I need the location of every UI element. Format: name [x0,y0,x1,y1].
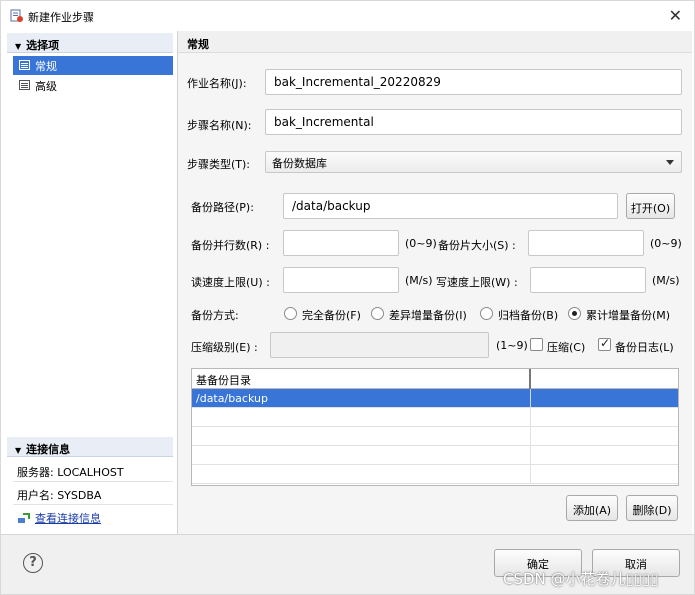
add-button[interactable]: 添加(A) [566,495,618,521]
table-row[interactable] [192,446,678,465]
nav-item-general[interactable]: 常规 [13,56,173,75]
compress-checkbox[interactable] [530,338,543,351]
connection-icon [18,513,30,523]
divider [13,481,173,482]
user-info: 用户名: SYSDBA [17,489,102,502]
dialog-window: 新建作业步骤 ✕ ▼ 选择项 常规 高级 ▼ 连接信息 服务器: LOCALHOST… [0,0,695,595]
step-name-label: 步骤名称(N): [187,119,252,132]
parallel-label: 备份并行数(R) : [191,239,270,252]
base-backup-dir-table: 基备份目录 /data/backup [191,368,679,486]
collapse-triangle-icon: ▼ [15,42,22,51]
write-limit-label: 写速度上限(W) : [436,276,518,289]
close-icon[interactable]: ✕ [669,6,682,25]
step-type-value: 备份数据库 [272,157,327,170]
mode-full-label[interactable]: 完全备份(F) [302,307,361,323]
step-type-select[interactable]: 备份数据库 [265,151,682,173]
piece-size-range: (0~9) [650,237,682,250]
mode-diff-label[interactable]: 差异增量备份(I) [389,307,467,323]
compress-checkbox-label[interactable]: 压缩(C) [547,339,585,355]
connection-section-header[interactable]: ▼ 连接信息 [7,437,173,457]
read-unit: (M/s) [405,274,433,287]
page-title: 常规 [178,31,692,53]
button-bar: ? 确定 取消 CSDN @小花卷儿▯▯▯▯ [1,534,694,594]
mode-full-radio[interactable] [284,307,297,320]
read-limit-field[interactable] [283,267,399,293]
write-unit: (M/s) [652,274,680,287]
view-connection-link[interactable]: 查看连接信息 [35,512,101,525]
nav-item-label: 常规 [35,60,57,73]
nav-section-header[interactable]: ▼ 选择项 [7,33,173,53]
compress-level-field[interactable] [270,332,489,358]
table-header: 基备份目录 [192,369,678,389]
step-type-label: 步骤类型(T): [187,158,251,171]
nav-item-label: 高级 [35,80,57,93]
step-name-field[interactable]: bak_Incremental [265,109,682,135]
backup-path-field[interactable]: /data/backup [283,193,618,219]
table-row[interactable]: /data/backup [192,389,678,408]
divider [13,504,173,505]
title-bar: 新建作业步骤 ✕ [1,1,694,31]
backup-mode-label: 备份方式: [191,309,239,322]
piece-size-label: 备份片大小(S) : [438,239,516,252]
backup-log-checkbox[interactable] [598,336,611,351]
column-divider[interactable] [529,369,531,389]
backup-log-checkbox-label[interactable]: 备份日志(L) [615,339,674,355]
mode-diff-radio[interactable] [371,307,384,320]
left-panel: ▼ 选择项 常规 高级 ▼ 连接信息 服务器: LOCALHOST 用户名: SYS… [5,31,177,534]
page-icon [19,80,30,90]
connection-section-title: 连接信息 [26,443,71,456]
table-row[interactable] [192,465,678,484]
job-step-icon [10,9,23,22]
mode-archive-label[interactable]: 归档备份(B) [498,307,558,323]
column-header[interactable]: 基备份目录 [196,372,251,388]
read-limit-label: 读速度上限(U) : [191,276,270,289]
compress-level-label: 压缩级别(E) : [191,341,258,354]
open-button[interactable]: 打开(O) [626,193,675,219]
server-info: 服务器: LOCALHOST [17,466,124,479]
piece-size-field[interactable] [528,230,644,256]
delete-button[interactable]: 删除(D) [626,495,678,521]
collapse-triangle-icon: ▼ [15,446,22,455]
job-name-label: 作业名称(J): [187,77,247,90]
job-name-field[interactable]: bak_Incremental_20220829 [265,69,682,95]
mode-cumulative-label[interactable]: 累计增量备份(M) [586,307,670,323]
help-icon[interactable]: ? [23,553,43,573]
table-cell: /data/backup [196,392,268,405]
view-connection-link-row[interactable]: 查看连接信息 [17,510,101,526]
parallel-field[interactable] [283,230,399,256]
compress-range: (1~9) [496,339,528,352]
backup-path-label: 备份路径(P): [191,201,254,214]
dropdown-arrow-icon [666,160,674,165]
nav-item-advanced[interactable]: 高级 [13,76,173,95]
parallel-range: (0~9) [405,237,437,250]
mode-archive-radio[interactable] [480,307,493,320]
write-limit-field[interactable] [530,267,646,293]
table-row[interactable] [192,408,678,427]
nav-section-title: 选择项 [26,39,60,52]
main-panel: 常规 作业名称(J): bak_Incremental_20220829 步骤名… [178,31,692,534]
watermark: CSDN @小花卷儿▯▯▯▯ [503,570,659,588]
window-title: 新建作业步骤 [28,11,94,24]
table-row[interactable] [192,427,678,446]
mode-cumulative-radio[interactable] [568,307,581,320]
page-icon [19,60,30,70]
